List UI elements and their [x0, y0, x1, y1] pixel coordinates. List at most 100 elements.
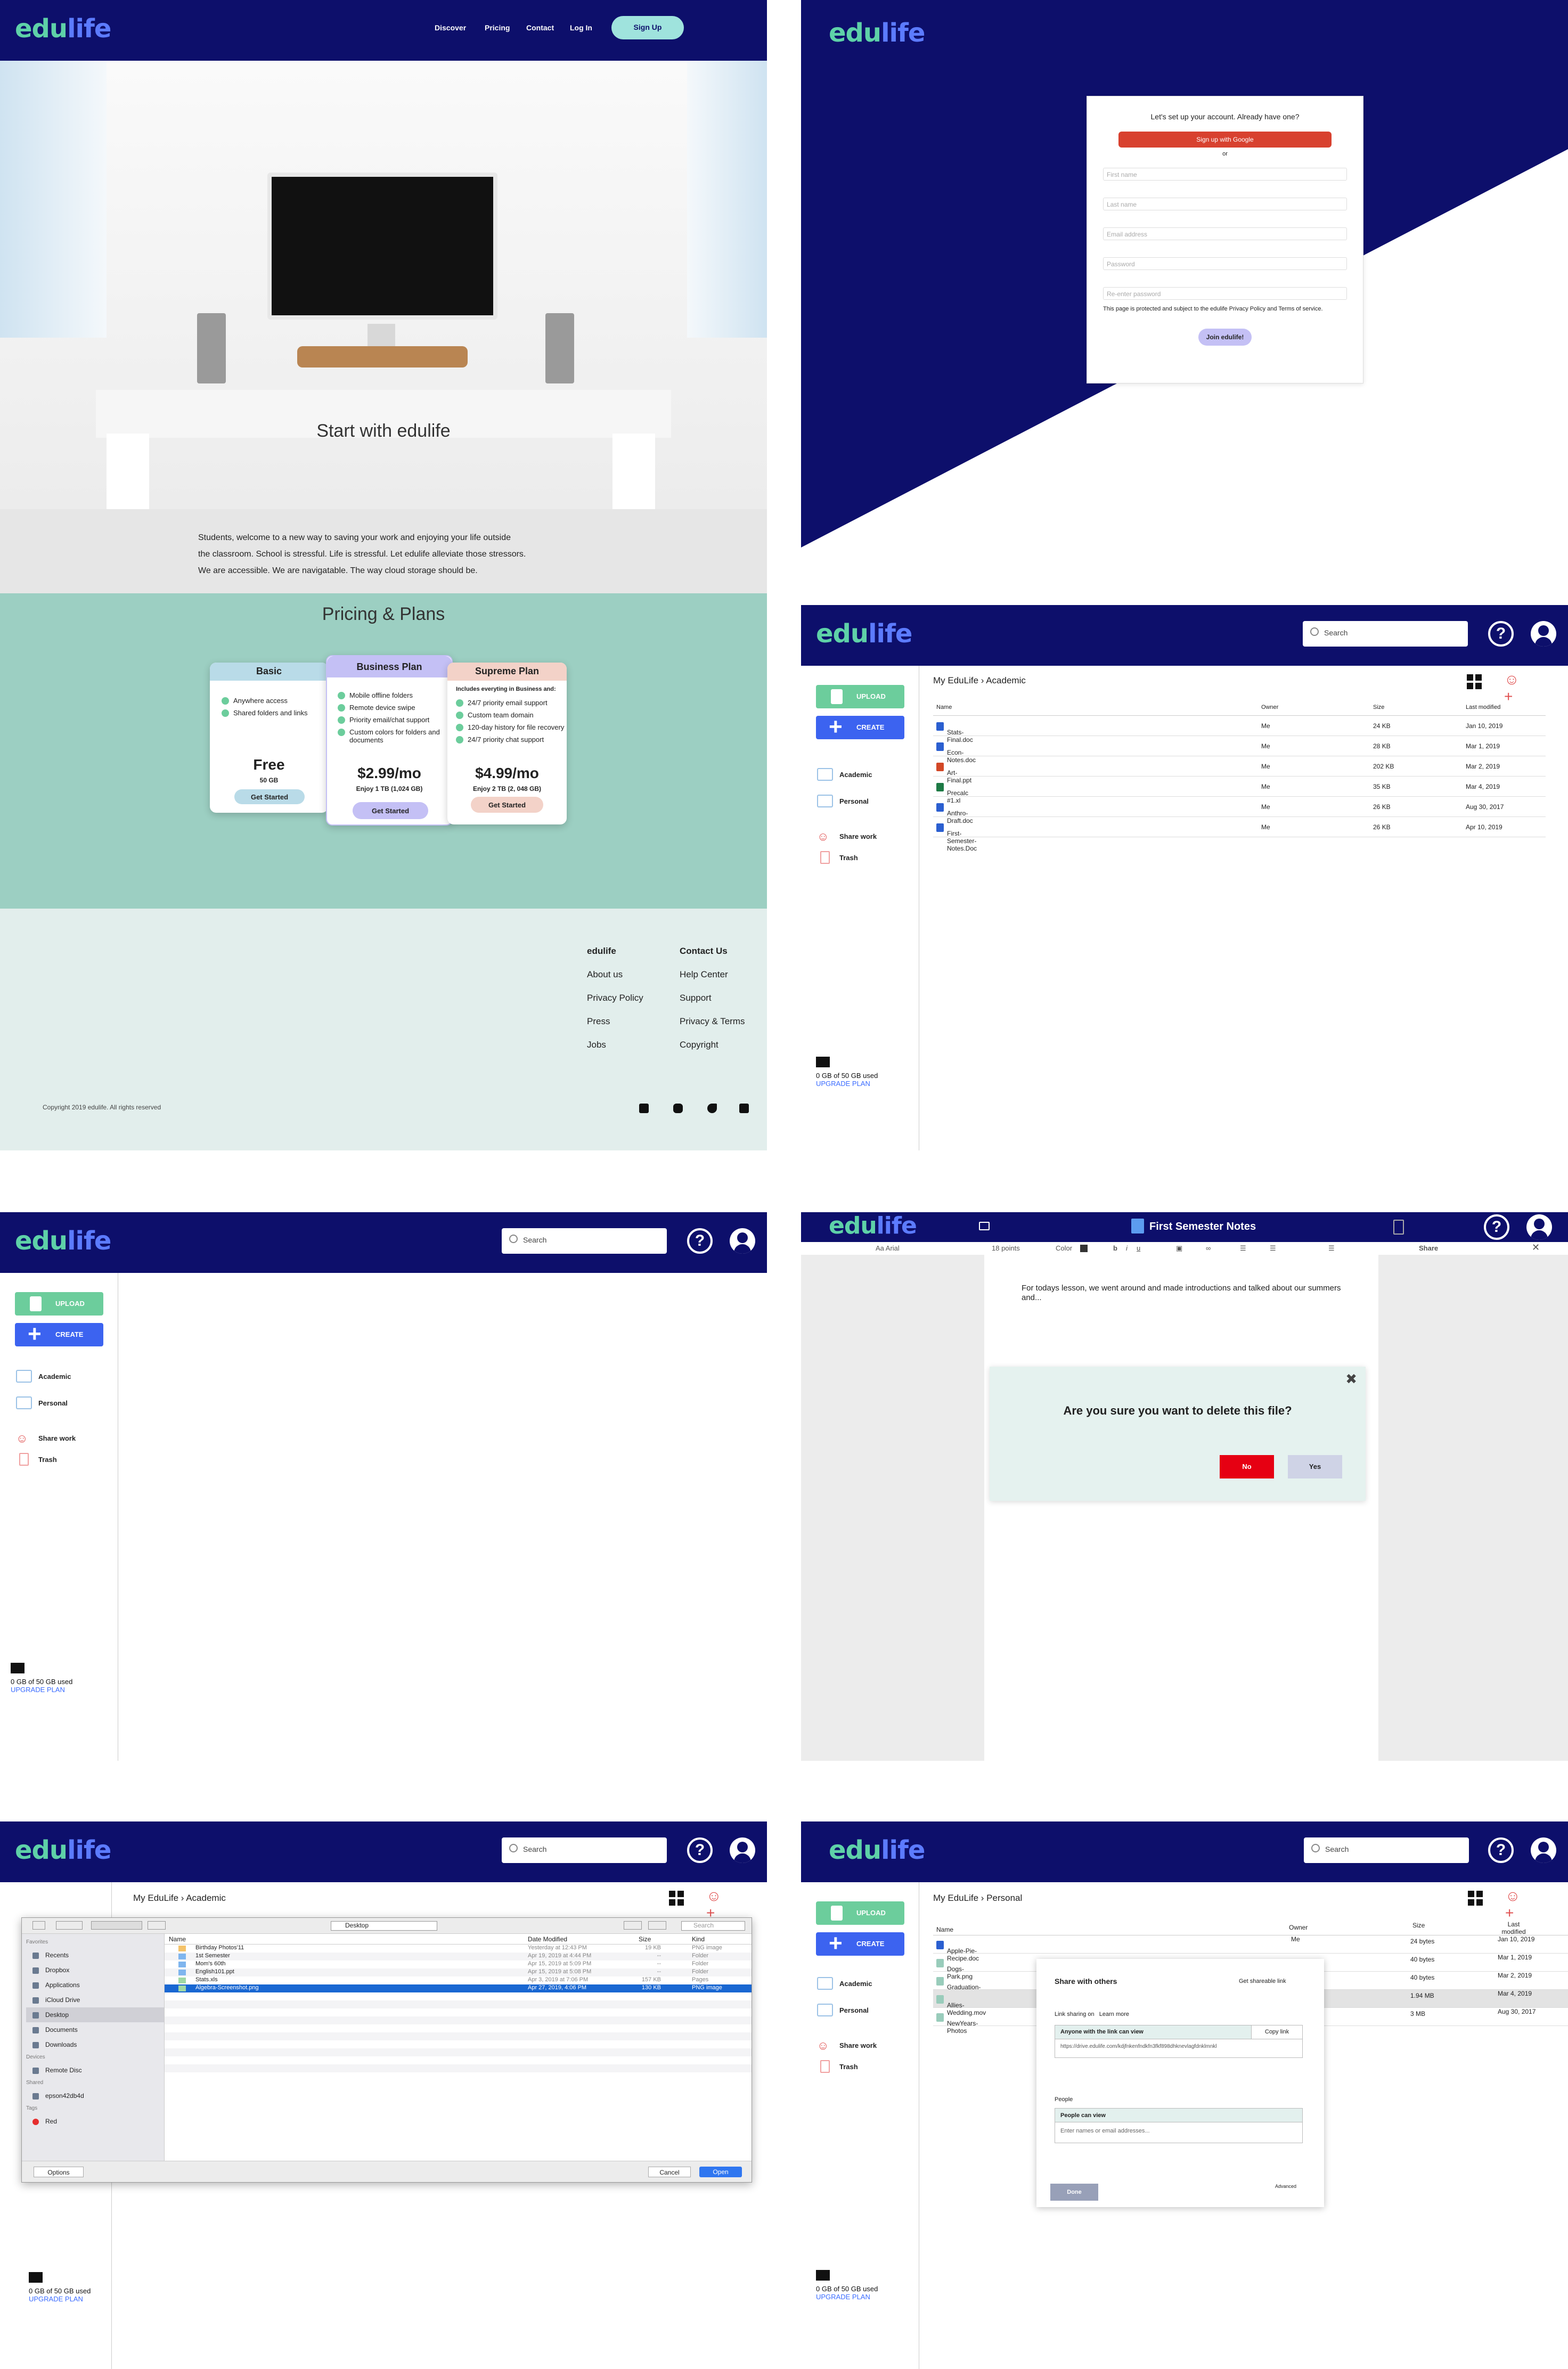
document-page[interactable]: For todays lesson, we went around and ma… — [984, 1255, 1378, 1761]
align-left-icon[interactable]: ☰ — [1270, 1244, 1276, 1253]
email-field[interactable]: Email address — [1103, 227, 1347, 240]
footer-link-jobs[interactable]: Jobs — [587, 1040, 643, 1050]
edulife-logo[interactable]: edulife — [829, 1212, 917, 1239]
cancel-button[interactable]: Cancel — [648, 2167, 691, 2177]
user-avatar-icon[interactable] — [730, 1228, 755, 1254]
upload-button[interactable]: UPLOAD — [15, 1292, 103, 1316]
user-avatar-icon[interactable] — [730, 1837, 755, 1863]
align-right-icon[interactable]: ☰ — [1328, 1244, 1335, 1253]
join-button[interactable]: Join edulife! — [1198, 329, 1252, 346]
user-avatar-icon[interactable] — [1531, 621, 1556, 647]
upload-button[interactable]: UPLOAD — [816, 685, 904, 708]
share-icon[interactable] — [624, 1921, 642, 1930]
facebook-icon[interactable] — [739, 1104, 749, 1113]
italic-icon[interactable]: i — [1126, 1244, 1128, 1252]
grid-view-icon[interactable] — [1467, 674, 1482, 689]
first-name-field[interactable]: First name — [1103, 168, 1347, 181]
google-signup-button[interactable]: Sign up with Google — [1118, 132, 1332, 148]
location-select[interactable]: Desktop — [331, 1921, 437, 1931]
sidebar-toggle-icon[interactable] — [32, 1921, 45, 1930]
no-button[interactable]: No — [1220, 1455, 1274, 1478]
get-started-button[interactable]: Get Started — [353, 802, 428, 819]
footer-link-press[interactable]: Press — [587, 1016, 643, 1027]
file-name[interactable]: Stats-Final.doc — [936, 722, 973, 744]
help-icon[interactable]: ? — [1488, 1837, 1514, 1863]
search-input[interactable]: Search — [502, 1228, 667, 1254]
tag-icon[interactable] — [648, 1921, 666, 1930]
list-icon[interactable]: ☰ — [1240, 1244, 1246, 1253]
file-name[interactable]: Graduation-Photo-1.p — [936, 1977, 981, 1998]
add-user-icon[interactable]: ☺+ — [1505, 1888, 1523, 1921]
nav-pricing[interactable]: Pricing — [485, 23, 510, 32]
search-input[interactable]: Search — [1304, 1837, 1469, 1863]
people-permission-select[interactable]: People can view — [1055, 2109, 1302, 2122]
finder-row[interactable]: Mom's 60th Apr 15, 2019 at 5:09 PM -- Folde… — [165, 1960, 752, 1968]
finder-sidebar-item[interactable]: epson42db4d — [26, 2088, 164, 2103]
upgrade-plan-link[interactable]: UPGRADE PLAN — [816, 1080, 878, 1088]
linkedin-icon[interactable] — [639, 1104, 649, 1113]
finder-sidebar-item[interactable]: Downloads — [26, 2037, 164, 2052]
footer-link-help[interactable]: Help Center — [680, 969, 745, 980]
document-body[interactable]: For todays lesson, we went around and ma… — [984, 1255, 1378, 1303]
finder-row[interactable]: Algebra-Screenshot.png Apr 27, 2019, 4:06… — [165, 1984, 752, 1992]
user-avatar-icon[interactable] — [1531, 1837, 1556, 1863]
edulife-logo[interactable]: edulife — [15, 1226, 111, 1256]
finder-row[interactable]: 1st Semester Apr 19, 2019 at 4:44 PM -- Fol… — [165, 1953, 752, 1960]
file-name[interactable]: NewYears-Photos — [936, 2013, 978, 2035]
sidebar-item-academic[interactable]: Academic — [817, 1976, 872, 1992]
share-url[interactable]: https://drive.edulife.com/kdjfnkenfndkfn… — [1055, 2039, 1302, 2054]
folder-icon[interactable] — [979, 1222, 990, 1230]
finder-row[interactable]: Birthday Photos'11 Yesterday at 12:43 PM 1… — [165, 1945, 752, 1953]
edulife-logo[interactable]: edulife — [829, 18, 925, 48]
sidebar-item-trash[interactable]: Trash — [817, 850, 858, 866]
sidebar-item-academic[interactable]: Academic — [16, 1369, 71, 1385]
upgrade-plan-link[interactable]: UPGRADE PLAN — [11, 1686, 72, 1694]
file-name[interactable]: Precalc #1.xl — [936, 783, 968, 804]
finder-sidebar-item[interactable]: iCloud Drive — [26, 1992, 164, 2007]
create-button[interactable]: CREATE — [816, 714, 904, 740]
done-button[interactable]: Done — [1050, 2184, 1098, 2201]
sidebar-item-share-work[interactable]: ☺ Share work — [817, 829, 877, 845]
nav-login[interactable]: Log In — [570, 23, 592, 32]
twitter-icon[interactable] — [707, 1104, 717, 1113]
upgrade-plan-link[interactable]: UPGRADE PLAN — [29, 2295, 91, 2303]
copy-link-button[interactable]: Copy link — [1251, 2025, 1302, 2039]
color-select[interactable]: Color — [1056, 1244, 1072, 1252]
upgrade-plan-link[interactable]: UPGRADE PLAN — [816, 2293, 878, 2301]
table-row[interactable]: Precalc #1.xl Me 35 KB Mar 4, 2019 — [933, 777, 1546, 804]
sidebar-item-trash[interactable]: Trash — [817, 2059, 858, 2075]
finder-sidebar-item[interactable]: Desktop — [26, 2007, 164, 2022]
file-name[interactable]: Anthro-Draft.doc — [936, 803, 973, 824]
color-swatch[interactable] — [1080, 1245, 1088, 1252]
file-name[interactable]: Art-Final.ppt — [936, 763, 971, 784]
finder-sidebar-item[interactable]: Documents — [26, 2022, 164, 2037]
help-icon[interactable]: ? — [687, 1228, 713, 1254]
get-started-button[interactable]: Get Started — [471, 797, 543, 813]
link-permission-select[interactable]: Anyone with the link can view — [1060, 2029, 1144, 2035]
help-icon[interactable]: ? — [1488, 621, 1514, 647]
edulife-logo[interactable]: edulife — [15, 1835, 111, 1865]
font-select[interactable]: Aa Arial — [876, 1244, 900, 1252]
file-name[interactable]: Econ-Notes.doc — [936, 742, 976, 764]
document-title[interactable]: First Semester Notes — [1149, 1221, 1256, 1233]
nav-contact[interactable]: Contact — [526, 23, 554, 32]
add-user-icon[interactable]: ☺+ — [1504, 671, 1522, 705]
grid-view-icon[interactable] — [669, 1891, 684, 1906]
font-size-select[interactable]: 18 points — [992, 1244, 1020, 1252]
arrange-icon[interactable] — [148, 1921, 166, 1930]
footer-link-terms[interactable]: Privacy & Terms — [680, 1016, 745, 1027]
share-button[interactable]: Share — [1419, 1244, 1438, 1252]
get-shareable-link[interactable]: Get shareable link — [1239, 1978, 1286, 1984]
footer-link-copyright[interactable]: Copyright — [680, 1040, 745, 1050]
learn-more-link[interactable]: Learn more — [1099, 2011, 1129, 2017]
instagram-icon[interactable] — [673, 1104, 683, 1113]
nav-discover[interactable]: Discover — [435, 23, 466, 32]
get-started-button[interactable]: Get Started — [234, 789, 305, 804]
close-icon[interactable]: ✕ — [1532, 1242, 1540, 1253]
file-name[interactable]: Dogs-Park.png — [936, 1959, 973, 1980]
search-input[interactable]: Search — [502, 1837, 667, 1863]
finder-sidebar-item[interactable]: Applications — [26, 1978, 164, 1992]
grid-view-icon[interactable] — [1468, 1891, 1483, 1906]
create-button[interactable]: CREATE — [15, 1321, 103, 1347]
finder-sidebar-item[interactable]: Remote Disc — [26, 2063, 164, 2078]
